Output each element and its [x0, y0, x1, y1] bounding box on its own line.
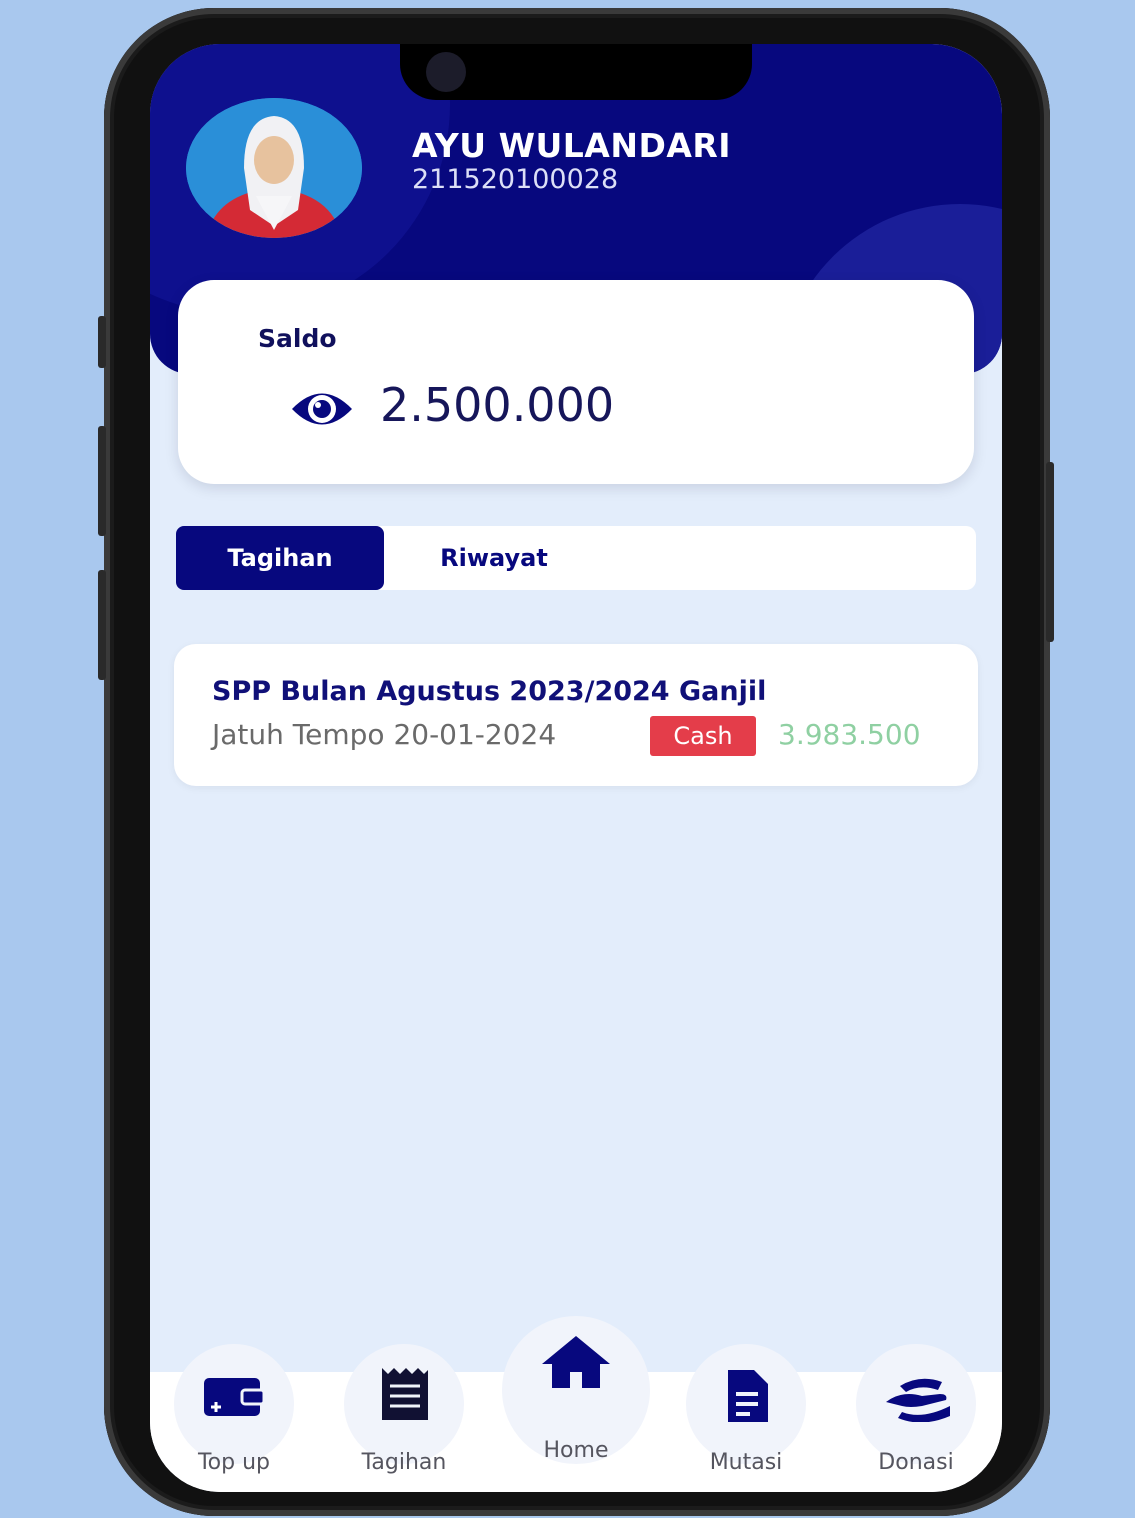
hand-donate-icon [886, 1378, 950, 1422]
eye-icon[interactable] [290, 384, 354, 434]
front-camera [426, 52, 466, 92]
nav-tagihan[interactable]: Tagihan [334, 1344, 474, 1492]
bill-amount: 3.983.500 [778, 718, 921, 751]
avatar-photo [186, 98, 362, 238]
tab-riwayat[interactable]: Riwayat [384, 526, 604, 590]
nav-home[interactable]: Home [502, 1316, 650, 1492]
balance-value: 2.500.000 [380, 378, 615, 432]
avatar[interactable] [186, 98, 362, 238]
bottom-navigation: Top up Tagihan Home Mutasi Donasi [150, 1316, 1002, 1492]
home-icon [542, 1336, 610, 1388]
phone-volume-up-button [98, 426, 106, 536]
nav-top-up[interactable]: Top up [164, 1344, 304, 1492]
tab-bar: Tagihan Riwayat [176, 526, 976, 590]
nav-label: Mutasi [709, 1450, 783, 1475]
user-name: AYU WULANDARI [412, 126, 732, 165]
phone-power-button [1046, 462, 1054, 642]
nav-mutasi[interactable]: Mutasi [676, 1344, 816, 1492]
tab-tagihan[interactable]: Tagihan [176, 526, 384, 590]
receipt-icon [382, 1368, 428, 1420]
document-icon [728, 1370, 768, 1422]
bill-due-date: Jatuh Tempo 20-01-2024 [212, 718, 557, 751]
phone-side-button [98, 316, 106, 368]
payment-method-badge: Cash [650, 716, 756, 756]
nav-label: Tagihan [361, 1450, 447, 1475]
nav-donasi[interactable]: Donasi [846, 1344, 986, 1492]
balance-label: Saldo [258, 324, 337, 353]
wallet-icon [204, 1378, 266, 1416]
nav-label: Donasi [878, 1450, 954, 1475]
balance-card: Saldo 2.500.000 [178, 280, 974, 484]
app-screen: AYU WULANDARI 211520100028 Saldo 2.500.0… [150, 44, 1002, 1492]
nav-label: Top up [197, 1450, 271, 1475]
nav-label: Home [543, 1438, 609, 1463]
phone-volume-down-button [98, 570, 106, 680]
bill-title: SPP Bulan Agustus 2023/2024 Ganjil [212, 676, 767, 707]
bill-list-item[interactable]: SPP Bulan Agustus 2023/2024 Ganjil Jatuh… [174, 644, 978, 786]
user-id: 211520100028 [412, 164, 619, 195]
